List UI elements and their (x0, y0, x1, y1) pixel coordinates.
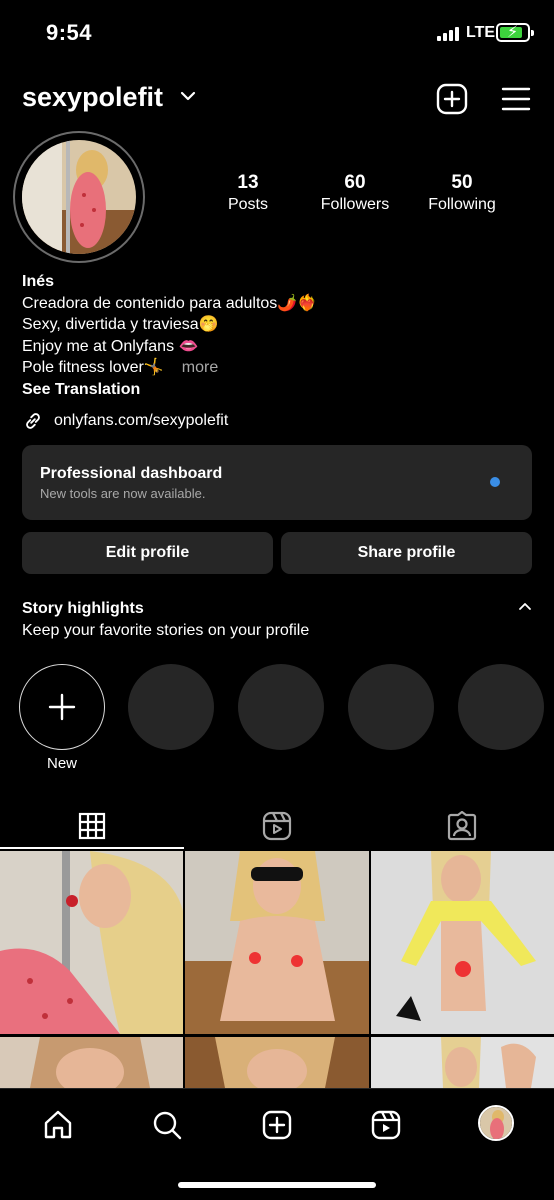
share-profile-button[interactable]: Share profile (281, 532, 532, 574)
dashboard-title: Professional dashboard (40, 465, 223, 482)
grid-post[interactable] (371, 1037, 554, 1088)
grid-post[interactable] (185, 1037, 369, 1088)
active-tab-indicator (0, 847, 184, 849)
new-highlight-label: New (46, 755, 77, 772)
grid-post[interactable] (185, 851, 369, 1034)
nav-search[interactable] (149, 1107, 185, 1143)
create-icon (262, 1110, 292, 1140)
new-highlight-button[interactable] (19, 664, 105, 750)
highlight-placeholder (238, 664, 324, 750)
highlight-placeholder (458, 664, 544, 750)
menu-icon[interactable] (500, 84, 532, 114)
following-label: Following (428, 196, 496, 213)
display-name: Inés (22, 273, 55, 290)
username-switcher[interactable]: sexypolefit (22, 82, 163, 113)
dashboard-subtitle: New tools are now available. (40, 486, 206, 501)
status-bar: 9:54 LTE ⚡ (0, 0, 554, 66)
profile-avatar-ring[interactable] (13, 131, 145, 263)
battery-icon: ⚡ (496, 23, 534, 42)
chevron-up-icon[interactable] (518, 602, 532, 612)
posts-label: Posts (227, 196, 268, 213)
search-icon (153, 1111, 182, 1140)
grid-post[interactable] (0, 1037, 183, 1088)
nav-profile-avatar[interactable] (478, 1105, 514, 1141)
home-indicator (178, 1182, 376, 1188)
stat-following[interactable]: 50 Following (402, 172, 522, 216)
plus-icon (48, 693, 76, 721)
profile-avatar[interactable] (22, 140, 136, 254)
notification-dot (490, 477, 500, 487)
home-icon (44, 1110, 72, 1139)
status-time: 9:54 (46, 20, 93, 45)
bio: Inés Creadora de contenido para adultos🌶… (22, 271, 522, 400)
create-icon[interactable] (436, 83, 468, 115)
network-label: LTE (466, 24, 496, 41)
nav-home[interactable] (40, 1107, 76, 1143)
grid-post[interactable] (0, 851, 183, 1034)
tab-reels[interactable] (185, 804, 369, 848)
nav-reels[interactable] (368, 1107, 404, 1143)
grid-post[interactable] (371, 851, 554, 1034)
profile-header: sexypolefit (0, 78, 554, 122)
professional-dashboard[interactable]: Professional dashboard New tools are now… (22, 445, 532, 520)
chevron-down-icon[interactable] (180, 90, 196, 102)
bio-line: Sexy, divertida y traviesa🤭 (22, 316, 219, 333)
see-translation-link[interactable]: See Translation (22, 379, 522, 401)
followers-label: Followers (320, 196, 390, 213)
link-icon (26, 413, 40, 429)
tab-tagged[interactable] (370, 804, 554, 848)
edit-profile-button[interactable]: Edit profile (22, 532, 273, 574)
reels-icon (371, 1110, 401, 1140)
highlight-placeholder (128, 664, 214, 750)
tagged-icon (447, 811, 477, 841)
highlight-placeholder (348, 664, 434, 750)
highlights-title[interactable]: Story highlights (22, 600, 144, 618)
bio-link[interactable]: onlyfans.com/sexypolefit (22, 410, 228, 432)
following-count: 50 (451, 172, 473, 193)
highlights-subtitle: Keep your favorite stories on your profi… (22, 622, 310, 639)
signal-icon (437, 27, 459, 41)
bio-line-with-more: Pole fitness lover🤸 more (22, 357, 522, 379)
bio-line: Enjoy me at Onlyfans 👄 (22, 337, 199, 355)
tab-grid[interactable] (0, 804, 184, 848)
posts-count: 13 (237, 172, 259, 193)
bio-line: Creadora de contenido para adultos🌶️❤️‍🔥 (22, 294, 318, 312)
reels-icon (262, 811, 292, 841)
bio-line: Pole fitness lover🤸 (22, 359, 164, 376)
stat-followers[interactable]: 60 Followers (295, 172, 415, 216)
more-link[interactable]: more (182, 359, 218, 376)
nav-create[interactable] (259, 1107, 295, 1143)
grid-icon (78, 812, 106, 840)
stat-posts[interactable]: 13 Posts (188, 172, 308, 216)
followers-count: 60 (344, 172, 366, 193)
bio-link-text[interactable]: onlyfans.com/sexypolefit (54, 412, 228, 430)
